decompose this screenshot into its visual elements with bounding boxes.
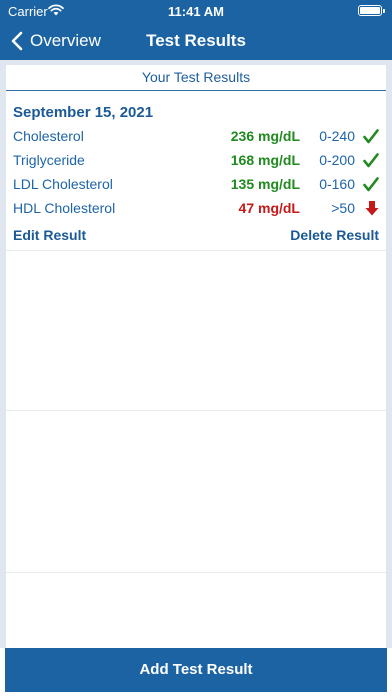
row-divider	[6, 410, 386, 411]
delete-result-button[interactable]: Delete Result	[290, 220, 379, 246]
result-row-triglyceride: Triglyceride 168 mg/dL 0-200	[13, 148, 379, 172]
battery-icon	[358, 5, 385, 16]
result-value: 236 mg/dL	[230, 128, 300, 144]
result-range: 0-240	[319, 128, 355, 144]
result-row-ldl-cholesterol: LDL Cholesterol 135 mg/dL 0-160	[13, 172, 379, 196]
test-record: September 15, 2021 Cholesterol 236 mg/dL…	[6, 102, 386, 246]
row-divider	[6, 250, 386, 251]
check-icon	[363, 152, 379, 167]
result-row-cholesterol: Cholesterol 236 mg/dL 0-240	[13, 124, 379, 148]
status-time: 11:41 AM	[168, 4, 224, 19]
check-icon	[363, 176, 379, 191]
result-range: >50	[331, 200, 355, 216]
card-title: Your Test Results	[6, 65, 386, 91]
result-name: LDL Cholesterol	[13, 176, 113, 192]
row-divider	[6, 572, 386, 573]
result-row-hdl-cholesterol: HDL Cholesterol 47 mg/dL >50	[13, 196, 379, 220]
result-value: 47 mg/dL	[238, 200, 300, 216]
result-name: Cholesterol	[13, 128, 84, 144]
back-button[interactable]: Overview	[10, 28, 101, 54]
record-actions: Edit Result Delete Result	[13, 220, 379, 246]
result-name: HDL Cholesterol	[13, 200, 116, 216]
chevron-left-icon	[11, 31, 23, 51]
record-date: September 15, 2021	[13, 104, 154, 121]
results-card: Your Test Results September 15, 2021 Cho…	[6, 65, 386, 648]
result-name: Triglyceride	[13, 152, 85, 168]
content-area: Your Test Results September 15, 2021 Cho…	[0, 60, 392, 648]
bottom-edge	[0, 692, 392, 696]
status-bar: Carrier 11:41 AM	[0, 0, 392, 22]
add-test-result-button[interactable]: Add Test Result	[5, 648, 387, 692]
back-button-label: Overview	[30, 31, 101, 50]
result-value: 168 mg/dL	[230, 152, 300, 168]
edit-result-button[interactable]: Edit Result	[13, 220, 86, 246]
result-value: 135 mg/dL	[230, 176, 300, 192]
check-icon	[363, 128, 379, 143]
result-range: 0-200	[319, 152, 355, 168]
navigation-header: Carrier 11:41 AM Overview Test Results	[0, 0, 392, 60]
arrow-down-icon	[365, 201, 379, 216]
result-range: 0-160	[319, 176, 355, 192]
